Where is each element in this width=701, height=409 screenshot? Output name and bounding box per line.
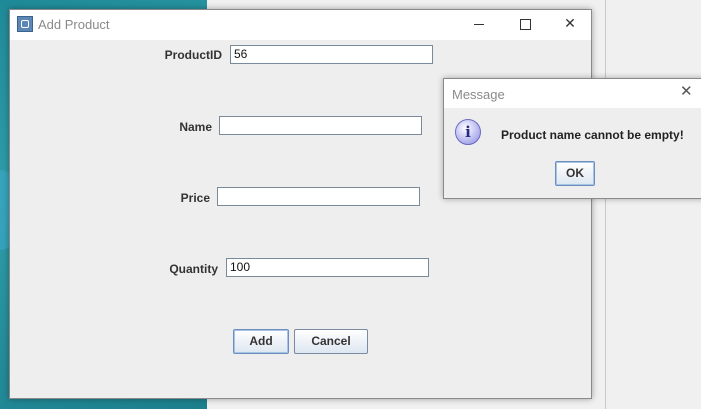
name-field[interactable] — [219, 116, 422, 135]
cancel-button[interactable]: Cancel — [294, 329, 368, 354]
close-icon: ✕ — [680, 82, 693, 100]
message-text: Product name cannot be empty! — [501, 128, 684, 142]
background-window-edge — [605, 0, 606, 409]
minimize-icon — [474, 23, 484, 25]
quantity-label: Quantity — [169, 262, 218, 276]
title-bar[interactable]: Add Product ✕ — [10, 10, 591, 40]
price-field[interactable] — [217, 187, 420, 206]
java-app-icon — [17, 16, 33, 32]
message-dialog: Message ✕ i Product name cannot be empty… — [443, 78, 701, 199]
name-label: Name — [179, 120, 212, 134]
minimize-button[interactable] — [456, 10, 502, 40]
price-label: Price — [180, 191, 210, 205]
add-button[interactable]: Add — [233, 329, 289, 354]
window-title: Add Product — [38, 17, 110, 32]
message-title-bar[interactable]: Message ✕ — [444, 79, 701, 108]
message-title: Message — [452, 87, 505, 102]
maximize-button[interactable] — [502, 10, 548, 40]
close-icon: ✕ — [564, 16, 576, 32]
quantity-field[interactable]: 100 — [226, 258, 429, 277]
info-icon: i — [455, 119, 481, 145]
ok-button[interactable]: OK — [555, 161, 595, 186]
product-id-label: ProductID — [164, 48, 222, 62]
message-close-button[interactable]: ✕ — [680, 82, 693, 100]
maximize-icon — [519, 18, 531, 30]
add-product-dialog: Add Product ✕ ProductID 56 Name Price Qu… — [9, 9, 592, 399]
product-id-field[interactable]: 56 — [230, 45, 433, 64]
close-button[interactable]: ✕ — [547, 10, 593, 40]
